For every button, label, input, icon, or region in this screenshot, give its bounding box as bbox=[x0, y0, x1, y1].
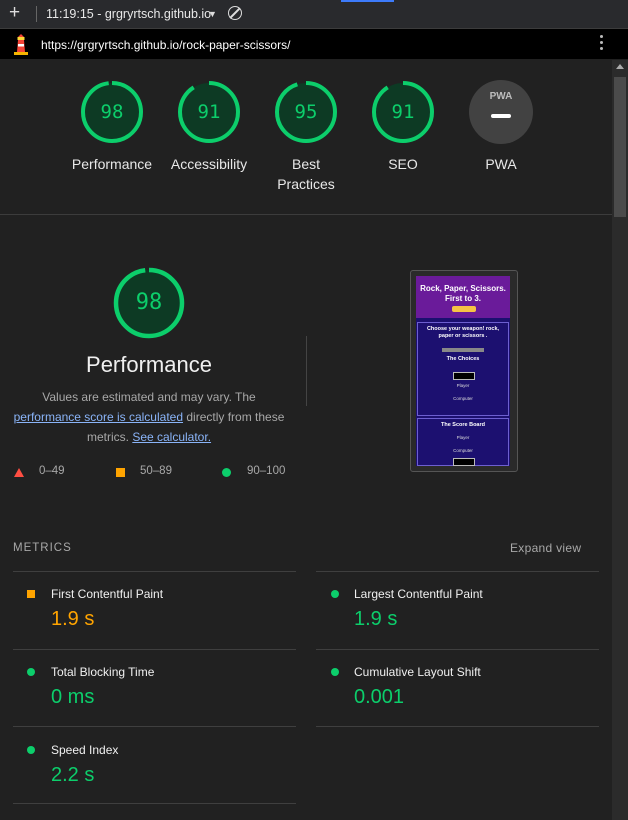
gauge-label-best-practices: Best Practices bbox=[277, 156, 335, 192]
screenshot-header: Rock, Paper, Scissors. First to 3. bbox=[416, 276, 510, 318]
gauge-pwa[interactable]: PWA bbox=[469, 80, 533, 144]
chevron-down-icon[interactable]: ▼ bbox=[208, 9, 217, 19]
metric-divider bbox=[13, 803, 296, 804]
metric-value-lcp: 1.9 s bbox=[354, 608, 398, 630]
report-url[interactable]: https://grgryrtsch.github.io/rock-paper-… bbox=[41, 38, 290, 52]
pass-circle-icon bbox=[27, 746, 35, 754]
screenshot-player: Player bbox=[456, 383, 470, 388]
metric-divider bbox=[13, 726, 296, 727]
score-value: 98 bbox=[100, 101, 124, 123]
score-value: 95 bbox=[294, 101, 318, 123]
gauge-label-performance: Performance bbox=[71, 156, 153, 172]
legend-average: 50–89 bbox=[140, 465, 172, 477]
metric-divider bbox=[316, 571, 599, 572]
pass-circle-icon bbox=[331, 668, 339, 676]
pass-circle-icon bbox=[222, 468, 231, 477]
scrollbar[interactable] bbox=[612, 60, 628, 820]
metric-value-si: 2.2 s bbox=[51, 764, 95, 786]
expand-view-toggle[interactable]: Expand view bbox=[510, 541, 581, 555]
gauge-label-pwa: PWA bbox=[485, 156, 517, 172]
scroll-thumb[interactable] bbox=[614, 77, 626, 217]
fail-triangle-icon bbox=[14, 468, 24, 477]
average-square-icon bbox=[27, 590, 35, 598]
screenshot-computer: Computer bbox=[453, 396, 473, 401]
metric-value-tbt: 0 ms bbox=[51, 686, 95, 708]
report-url-bar: https://grgryrtsch.github.io/rock-paper-… bbox=[0, 29, 628, 59]
pass-circle-icon bbox=[331, 590, 339, 598]
hands-emoji-icon bbox=[452, 306, 476, 312]
score-calculated-link[interactable]: performance score is calculated bbox=[14, 410, 183, 424]
gauge-label-accessibility: Accessibility bbox=[170, 156, 248, 172]
average-square-icon bbox=[116, 468, 125, 477]
gauge-best-practices[interactable]: 95 bbox=[274, 80, 338, 144]
toolbar-divider bbox=[36, 6, 37, 22]
screenshot-scoreboard: The Score Board bbox=[440, 422, 485, 428]
browser-title-bar: + 11:19:15 - grgryrtsch.github.io ▼ bbox=[0, 0, 628, 29]
metric-title-fcp: First Contentful Paint bbox=[51, 587, 164, 601]
performance-description: Values are estimated and may vary. The p… bbox=[10, 387, 288, 447]
screenshot-score-computer: Computer bbox=[453, 448, 473, 453]
more-options-icon[interactable] bbox=[600, 35, 604, 53]
desc-text: Values are estimated and may vary. The bbox=[42, 390, 256, 404]
pwa-badge: PWA bbox=[489, 91, 513, 102]
pass-circle-icon bbox=[27, 668, 35, 676]
block-icon[interactable] bbox=[228, 6, 242, 20]
gauge-accessibility[interactable]: 91 bbox=[177, 80, 241, 144]
metric-divider bbox=[13, 649, 296, 650]
score-value: 91 bbox=[197, 101, 221, 123]
screenshot-content: Rock, Paper, Scissors. First to 3. Choos… bbox=[416, 276, 510, 466]
see-calculator-link[interactable]: See calculator. bbox=[132, 430, 211, 444]
score-value: 91 bbox=[391, 101, 415, 123]
metric-title-tbt: Total Blocking Time bbox=[51, 665, 155, 679]
lighthouse-icon bbox=[14, 34, 28, 55]
screenshot-score-player: Player bbox=[456, 435, 470, 440]
report-title[interactable]: 11:19:15 - grgryrtsch.github.io bbox=[46, 7, 211, 21]
vertical-divider bbox=[306, 336, 307, 406]
screenshot-reset-button bbox=[453, 458, 475, 466]
gauge-seo[interactable]: 91 bbox=[371, 80, 435, 144]
section-divider bbox=[0, 214, 612, 215]
metric-value-fcp: 1.9 s bbox=[51, 608, 95, 630]
gauge-label-seo: SEO bbox=[388, 156, 418, 172]
scroll-up-arrow[interactable] bbox=[616, 64, 624, 69]
performance-score: 98 bbox=[135, 290, 163, 315]
legend-fail: 0–49 bbox=[39, 465, 65, 477]
screenshot-choices: The Choices bbox=[446, 356, 480, 362]
metric-title-si: Speed Index bbox=[51, 743, 119, 757]
screenshot-title: Rock, Paper, Scissors. First to 3. bbox=[420, 284, 506, 303]
gauge-performance[interactable]: 98 bbox=[80, 80, 144, 144]
screenshot-button bbox=[453, 372, 475, 380]
legend-pass: 90–100 bbox=[247, 465, 286, 477]
screenshot-input bbox=[442, 348, 484, 352]
pwa-dash-icon bbox=[491, 114, 511, 118]
metric-divider bbox=[13, 571, 296, 572]
active-indicator bbox=[341, 0, 394, 2]
metric-title-cls: Cumulative Layout Shift bbox=[354, 665, 481, 679]
performance-gauge-large: 98 bbox=[113, 267, 185, 339]
metrics-heading: METRICS bbox=[13, 542, 72, 554]
new-tab-icon[interactable]: + bbox=[9, 3, 20, 23]
screenshot-prompt: Choose your weapon! rock, paper or sciss… bbox=[426, 326, 500, 339]
final-screenshot[interactable]: Rock, Paper, Scissors. First to 3. Choos… bbox=[410, 270, 518, 472]
metric-title-lcp: Largest Contentful Paint bbox=[354, 587, 483, 601]
metric-divider bbox=[316, 649, 599, 650]
performance-title: Performance bbox=[86, 352, 212, 377]
metric-value-cls: 0.001 bbox=[354, 686, 405, 708]
metric-divider bbox=[316, 726, 599, 727]
